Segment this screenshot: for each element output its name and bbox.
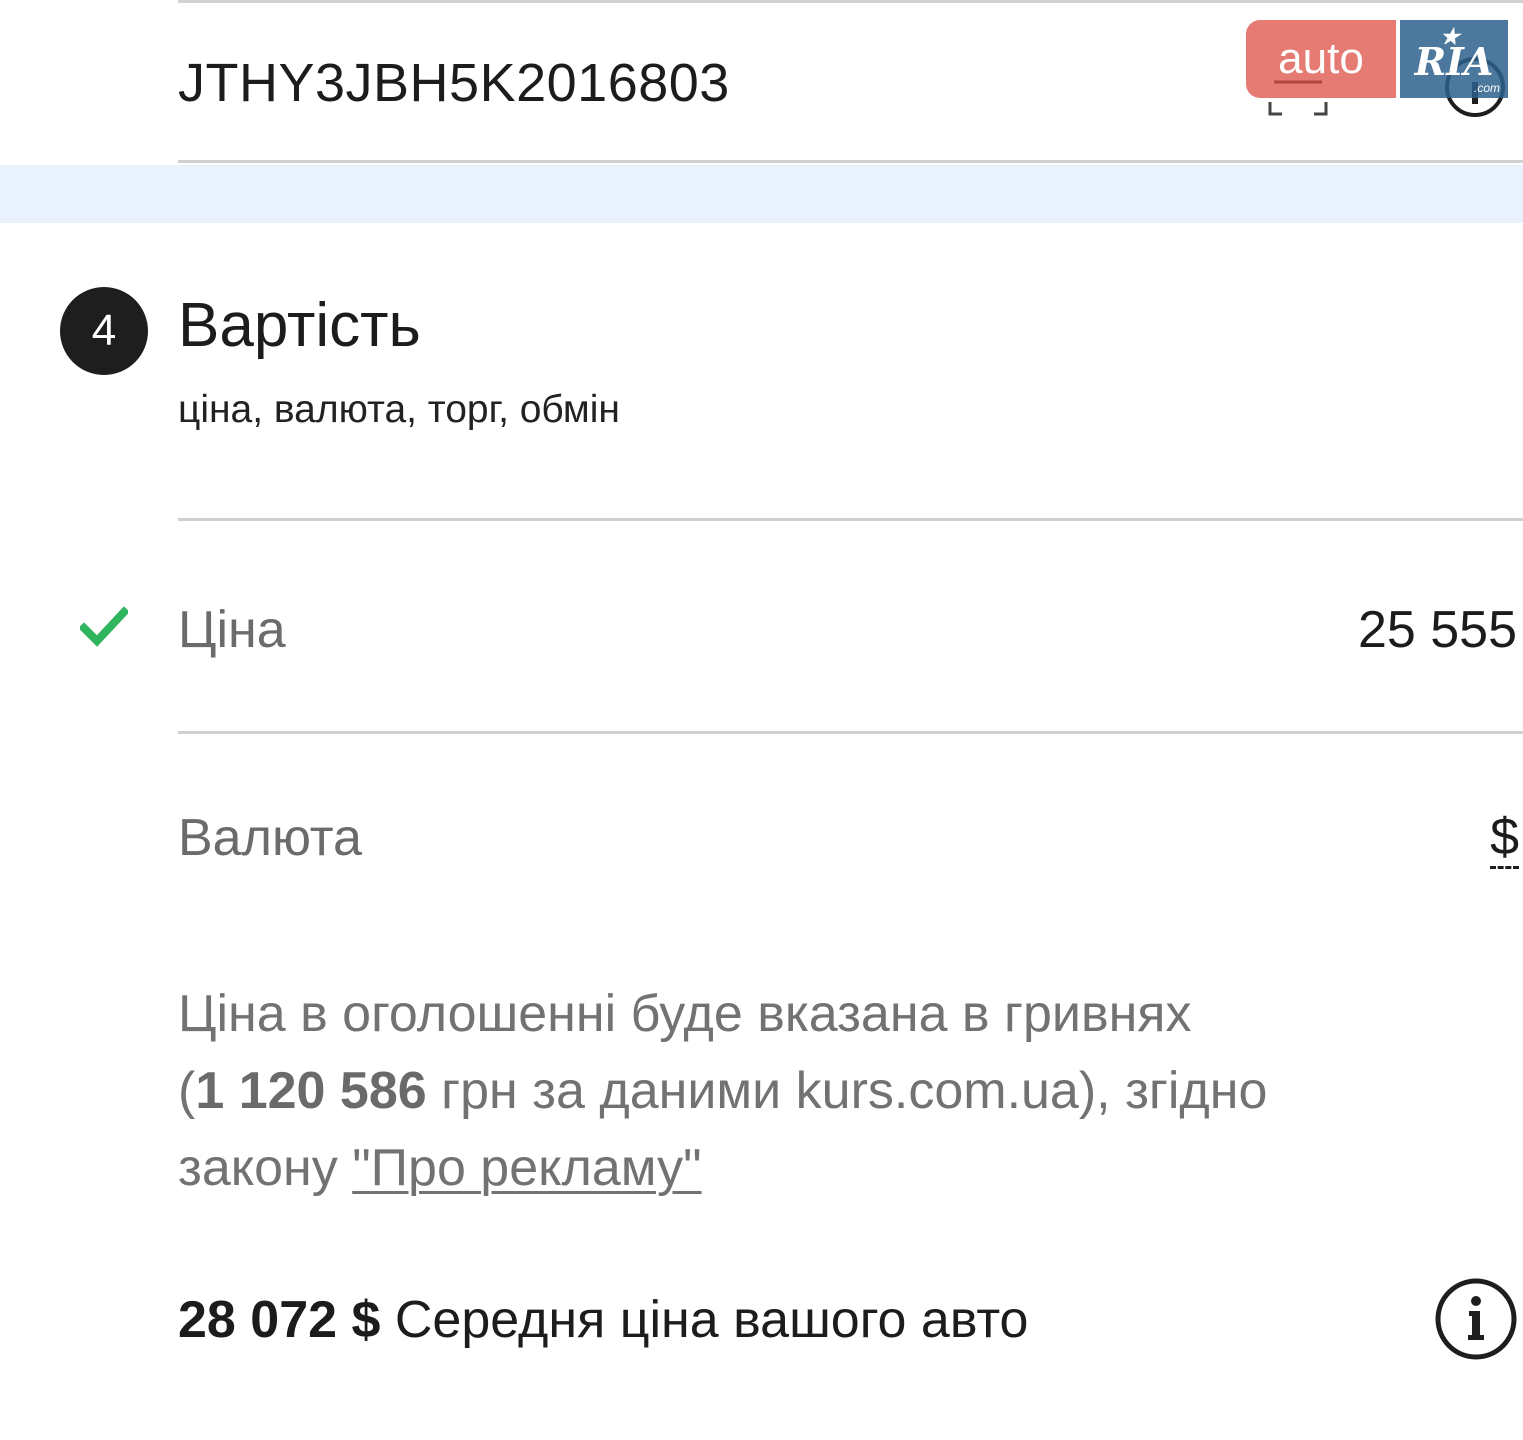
- star-icon: ★: [1440, 24, 1460, 50]
- check-icon: [80, 606, 128, 647]
- uah-amount: 1 120 586: [195, 1062, 427, 1120]
- price-label: Ціна: [178, 601, 286, 659]
- top-divider: [178, 0, 1523, 3]
- average-label: Середня ціна вашого авто: [380, 1291, 1029, 1349]
- notice-line1: Ціна в оголошенні буде вказана в гривнях: [178, 985, 1192, 1043]
- section-subtitle: ціна, валюта, торг, обмін: [178, 388, 620, 431]
- vin-divider: [178, 160, 1523, 163]
- logo-com-text: .com: [1473, 81, 1500, 95]
- step-number-badge: 4: [60, 287, 148, 375]
- price-divider: [178, 731, 1523, 734]
- currency-selector[interactable]: $: [1490, 808, 1519, 869]
- average-amount: 28 072 $: [178, 1291, 381, 1349]
- info-icon[interactable]: [1434, 1277, 1518, 1361]
- price-input[interactable]: 25 555: [1358, 600, 1517, 660]
- price-notice: Ціна в оголошенні буде вказана в гривнях…: [178, 976, 1418, 1207]
- notice-line3-prefix: закону: [178, 1139, 353, 1197]
- notice-paren: (: [178, 1062, 196, 1120]
- logo-auto-text: auto: [1246, 20, 1396, 98]
- autoria-logo: auto ★ RIA .com: [1246, 20, 1508, 100]
- average-price: 28 072 $ Середня ціна вашого авто: [178, 1290, 1028, 1350]
- logo-ria-block: ★ RIA .com: [1400, 20, 1508, 98]
- notice-after-amount: грн за даними kurs.com.ua), згідно: [426, 1062, 1268, 1120]
- header-divider: [178, 518, 1523, 521]
- vin-value[interactable]: JTHY3JBH5K2016803: [178, 52, 730, 114]
- currency-label: Валюта: [178, 809, 362, 867]
- law-link[interactable]: "Про рекламу": [352, 1139, 701, 1197]
- section-separator: [0, 165, 1523, 223]
- section-title: Вартість: [178, 291, 421, 360]
